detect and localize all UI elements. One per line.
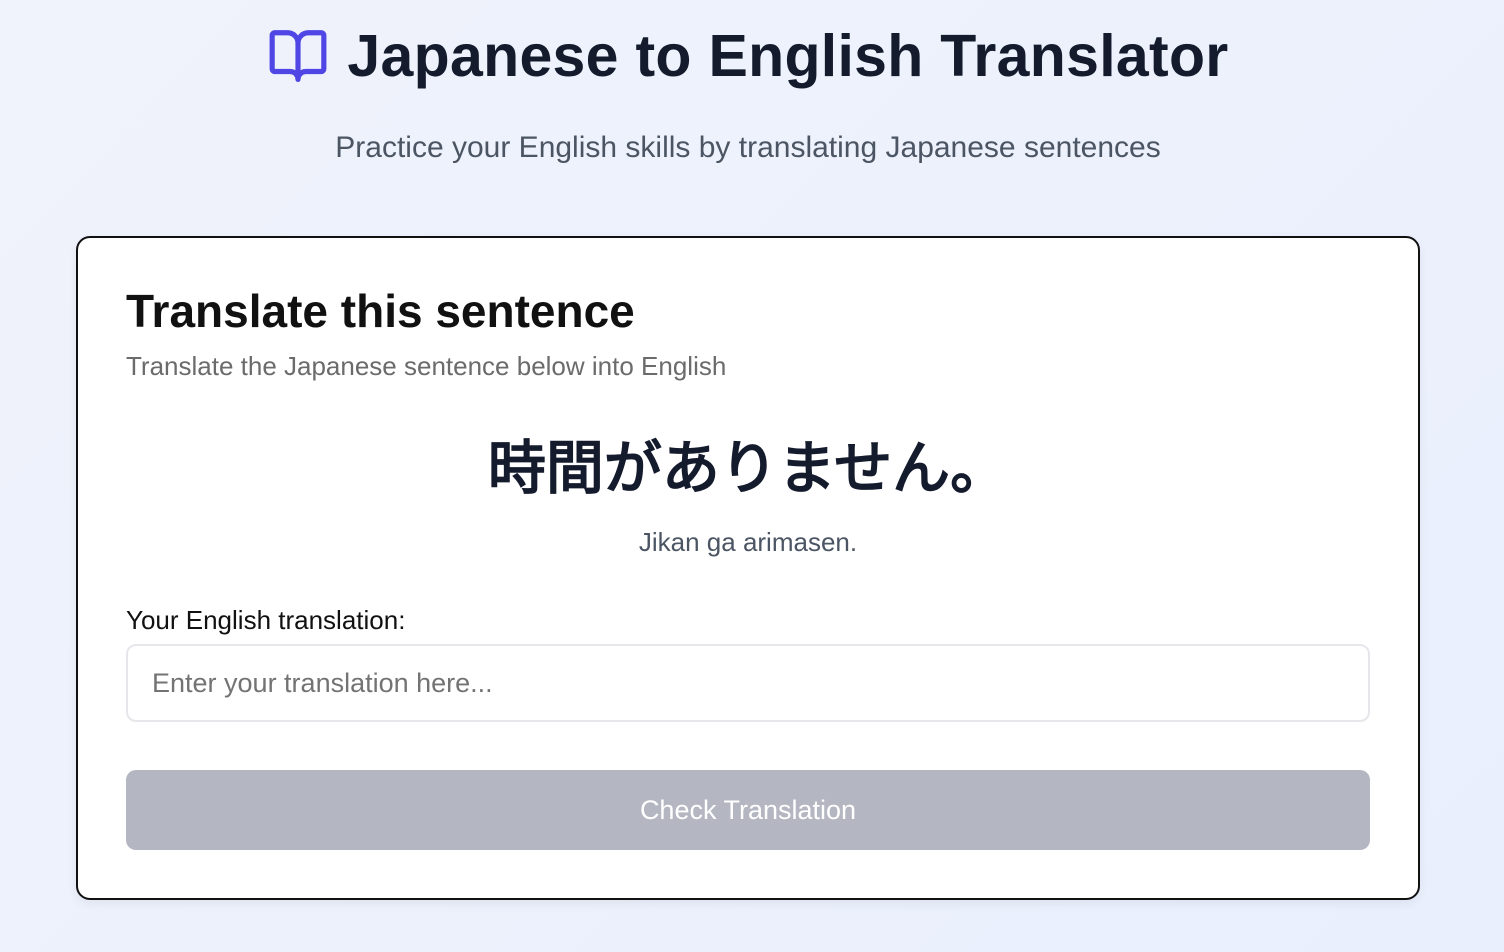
page-title: Japanese to English Translator: [347, 23, 1229, 89]
page-subtitle: Practice your English skills by translat…: [335, 131, 1161, 164]
romaji-text: Jikan ga arimasen.: [638, 527, 858, 557]
book-open-icon: [267, 25, 329, 87]
translation-input[interactable]: [126, 644, 1370, 722]
translation-card: Translate this sentence Translate the Ja…: [76, 236, 1420, 900]
japanese-sentence: 時間がありません。: [487, 434, 1009, 502]
card-description: Translate the Japanese sentence below in…: [126, 351, 727, 381]
check-translation-button[interactable]: Check Translation: [126, 770, 1370, 850]
title-row: Japanese to English Translator: [0, 22, 1504, 90]
card-title: Translate this sentence: [126, 285, 635, 337]
translation-input-label: Your English translation:: [126, 605, 406, 635]
